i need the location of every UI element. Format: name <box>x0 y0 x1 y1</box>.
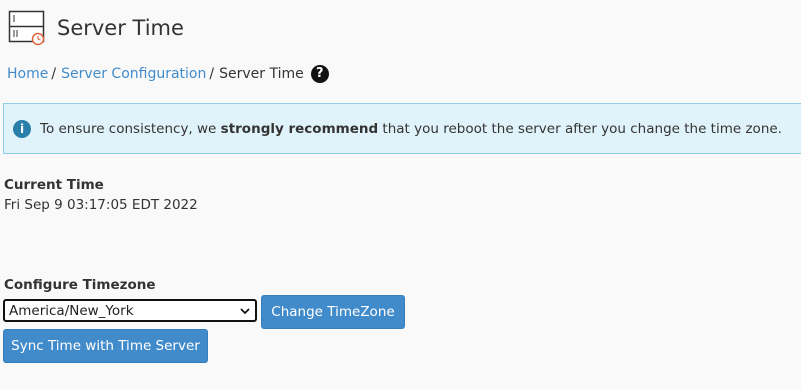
configure-timezone-label: Configure Timezone <box>4 277 156 293</box>
change-timezone-button[interactable]: Change TimeZone <box>261 295 405 329</box>
page-header: Server Time <box>8 10 184 46</box>
breadcrumb: Home / Server Configuration / Server Tim… <box>7 64 329 84</box>
breadcrumb-separator: / <box>51 66 57 82</box>
page-title: Server Time <box>57 16 184 40</box>
current-time-value: Fri Sep 9 03:17:05 EDT 2022 <box>4 197 198 213</box>
breadcrumb-separator: / <box>209 66 215 82</box>
alert-text: To ensure consistency, we strongly recom… <box>40 121 782 137</box>
question-circle-icon[interactable]: ? <box>310 65 329 83</box>
info-icon: i <box>13 119 31 138</box>
alert-text-strong: strongly recommend <box>220 120 379 137</box>
chevron-down-icon <box>239 305 251 317</box>
alert-text-after: that you reboot the server after you cha… <box>378 120 782 137</box>
info-alert: i To ensure consistency, we strongly rec… <box>3 103 801 154</box>
alert-text-before: To ensure consistency, we <box>40 120 221 137</box>
breadcrumb-current: Server Time <box>219 66 304 82</box>
server-clock-icon <box>8 10 46 46</box>
sync-time-button[interactable]: Sync Time with Time Server <box>3 329 208 363</box>
breadcrumb-home-link[interactable]: Home <box>7 64 48 84</box>
current-time-label: Current Time <box>4 177 104 193</box>
breadcrumb-server-configuration-link[interactable]: Server Configuration <box>61 64 206 84</box>
timezone-select-value: America/New_York <box>9 302 134 319</box>
timezone-select[interactable]: America/New_York <box>3 299 257 322</box>
